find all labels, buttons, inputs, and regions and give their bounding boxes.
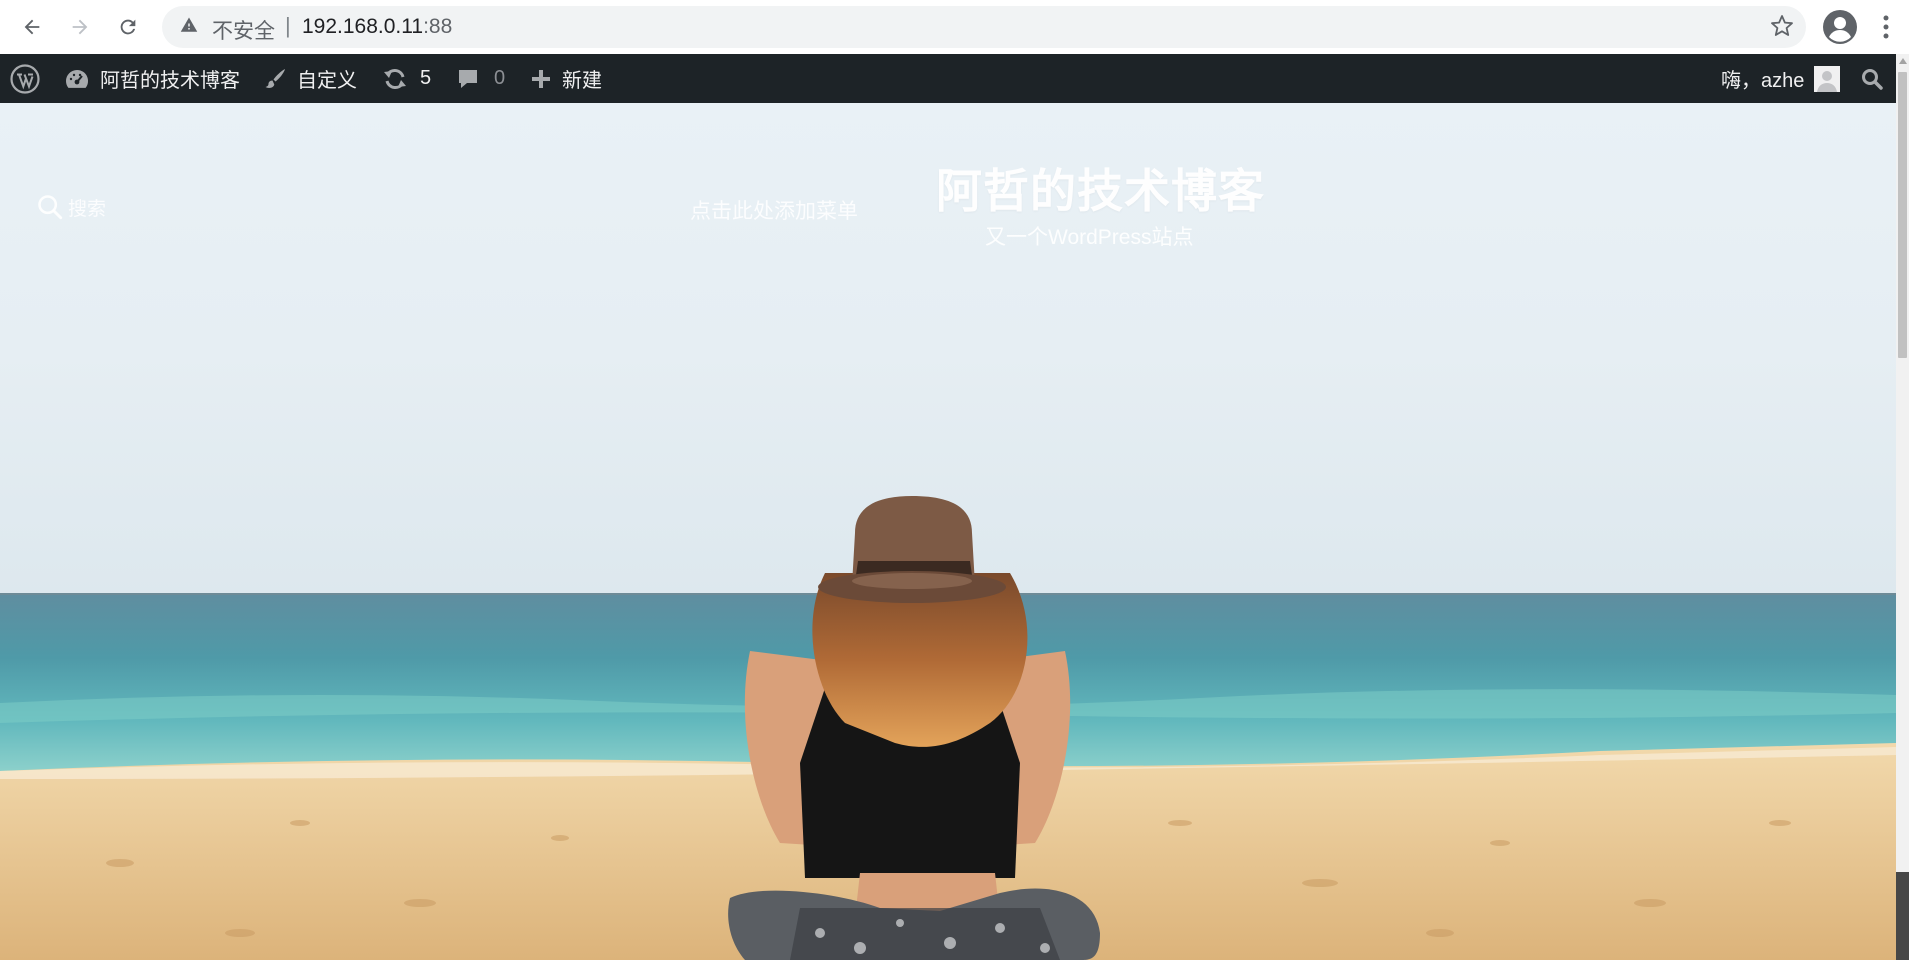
back-button[interactable] bbox=[16, 11, 48, 43]
site-header-hero: 搜索 点击此处添加菜单 阿哲的技术博客 又一个WordPress站点 bbox=[0, 103, 1896, 960]
wordpress-menu[interactable] bbox=[10, 54, 40, 103]
forward-icon bbox=[72, 19, 88, 35]
url-text[interactable]: 192.168.0.11:88 bbox=[302, 15, 452, 39]
url-port: :88 bbox=[423, 15, 453, 38]
updates-icon bbox=[384, 68, 406, 89]
add-menu-link[interactable]: 点击此处添加菜单 bbox=[690, 195, 858, 225]
search-icon bbox=[38, 195, 63, 220]
security-status-label[interactable]: 不安全 bbox=[212, 15, 275, 45]
address-bar[interactable]: 不安全 | 192.168.0.11:88 bbox=[162, 6, 1806, 48]
header-search[interactable]: 搜索 bbox=[36, 193, 106, 221]
brush-icon bbox=[265, 68, 285, 88]
comments-menu[interactable]: 0 bbox=[456, 54, 505, 103]
page-scrollbar[interactable] bbox=[1896, 54, 1909, 960]
menu-dots-icon[interactable] bbox=[1880, 13, 1892, 41]
site-name-menu[interactable]: 阿哲的技术博客 bbox=[64, 54, 240, 103]
search-icon bbox=[1862, 68, 1883, 90]
site-name-label: 阿哲的技术博客 bbox=[100, 70, 240, 92]
customize-label: 自定义 bbox=[297, 70, 357, 92]
header-image bbox=[0, 103, 1896, 960]
back-icon bbox=[24, 19, 40, 35]
admin-search-button[interactable] bbox=[1860, 54, 1884, 103]
browser-toolbar: 不安全 | 192.168.0.11:88 bbox=[0, 0, 1909, 54]
reload-icon bbox=[120, 19, 136, 35]
search-label: 搜索 bbox=[68, 198, 107, 220]
new-content-label: 新建 bbox=[562, 70, 602, 92]
new-content-menu[interactable]: 新建 bbox=[530, 54, 602, 103]
avatar-icon bbox=[1814, 65, 1841, 92]
scroll-corner bbox=[1896, 872, 1909, 960]
forward-button[interactable] bbox=[64, 11, 96, 43]
site-tagline: 又一个WordPress站点 bbox=[985, 226, 1194, 249]
plus-icon bbox=[532, 69, 550, 88]
reload-button[interactable] bbox=[112, 11, 144, 43]
wp-admin-bar: 阿哲的技术博客 自定义 5 0 新建 嗨，azhe bbox=[0, 54, 1896, 103]
wordpress-logo-icon bbox=[10, 63, 40, 94]
address-separator: | bbox=[285, 13, 291, 38]
scroll-up-arrow-icon[interactable] bbox=[1899, 58, 1907, 64]
updates-menu[interactable]: 5 bbox=[382, 54, 431, 103]
customize-menu[interactable]: 自定义 bbox=[263, 54, 357, 103]
scroll-thumb[interactable] bbox=[1898, 72, 1907, 358]
dashboard-icon bbox=[66, 69, 89, 88]
comment-icon bbox=[459, 69, 477, 88]
site-title[interactable]: 阿哲的技术博客 bbox=[936, 155, 1265, 221]
my-account-menu[interactable]: 嗨，azhe bbox=[1721, 54, 1841, 103]
url-host: 192.168.0.11 bbox=[302, 15, 424, 38]
greeting-text: 嗨，azhe bbox=[1721, 70, 1805, 92]
star-icon[interactable] bbox=[1770, 14, 1794, 38]
warning-icon bbox=[180, 17, 198, 32]
comments-count: 0 bbox=[494, 67, 506, 89]
updates-count: 5 bbox=[420, 67, 432, 89]
profile-icon[interactable] bbox=[1822, 9, 1858, 45]
